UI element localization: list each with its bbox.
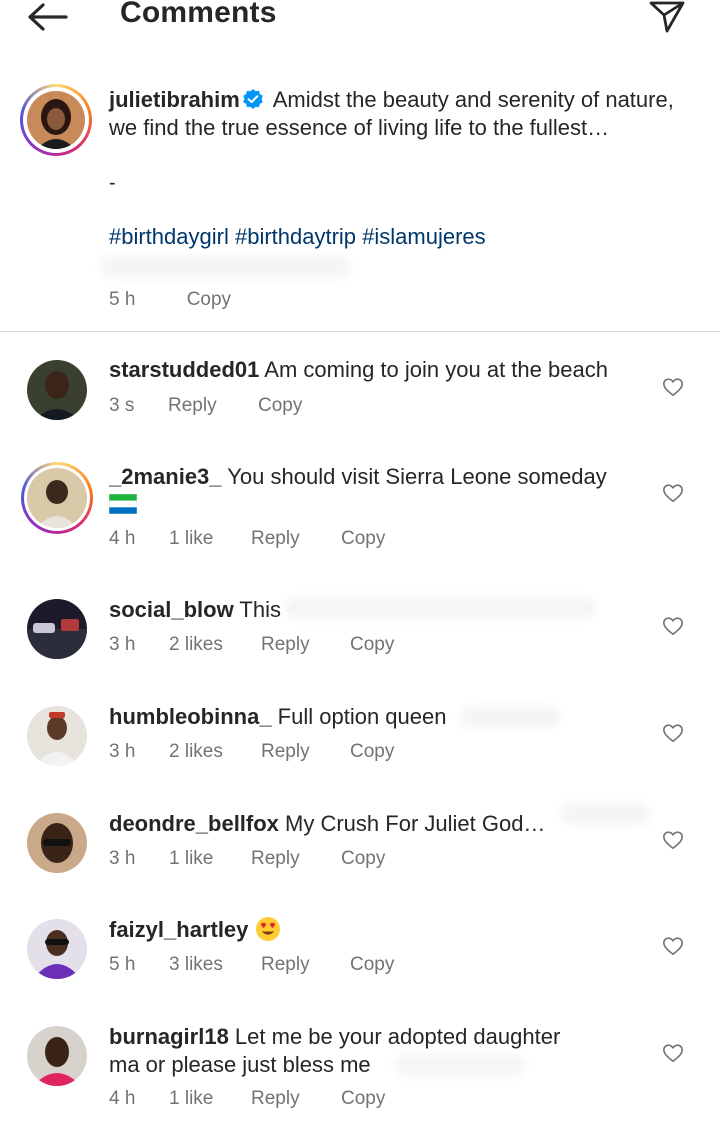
comment: humbleobinna_ Full option queen 3 h 2 lik… [0, 702, 720, 782]
like-count[interactable]: 1 like [169, 528, 251, 550]
comment-text: You should visit Sierra Leone someday [221, 464, 607, 489]
like-count[interactable]: 1 like [169, 848, 251, 870]
sierra-leone-flag-icon [109, 493, 137, 514]
redacted-area [395, 1054, 525, 1076]
redacted-area [100, 256, 350, 278]
back-arrow-icon[interactable] [26, 2, 68, 32]
comment: _2manie3_ You should visit Sierra Leone … [0, 462, 720, 562]
like-heart-icon[interactable] [662, 482, 684, 504]
comment-meta: 3 h 2 likes Reply Copy [109, 741, 394, 763]
hashtag-list: #birthdaygirl #birthdaytrip #islamujeres [109, 224, 486, 250]
reply-button[interactable]: Reply [251, 848, 341, 870]
reply-button[interactable]: Reply [251, 1088, 341, 1110]
timestamp: 5 h [109, 289, 136, 310]
caption-username[interactable]: julietibrahim [109, 87, 240, 112]
comment-meta: 3 h 1 like Reply Copy [109, 848, 385, 870]
comment-text: My Crush For Juliet God… [278, 811, 546, 836]
comment-text: Full option queen [271, 704, 447, 729]
timestamp: 5 h [109, 954, 136, 975]
hashtag-link[interactable]: #birthdaytrip [235, 224, 356, 249]
comment-text: Am coming to join you at the beach [259, 357, 608, 382]
comment-body: _2manie3_ You should visit Sierra Leone … [109, 463, 649, 518]
like-count[interactable]: 2 likes [169, 741, 261, 763]
like-heart-icon[interactable] [662, 1042, 684, 1064]
copy-button[interactable]: Copy [341, 528, 385, 550]
comment-meta: 3 s Reply Copy [109, 395, 302, 417]
copy-button[interactable]: Copy [350, 954, 394, 976]
reply-button[interactable]: Reply [261, 634, 350, 656]
comment-meta: 4 h 1 like Reply Copy [109, 528, 385, 550]
like-heart-icon[interactable] [662, 829, 684, 851]
reply-button[interactable]: Reply [168, 395, 258, 417]
like-count[interactable]: 1 like [169, 1088, 251, 1110]
avatar[interactable] [27, 360, 87, 420]
comment-username[interactable]: _2manie3_ [109, 464, 222, 489]
caption-separator: - [109, 172, 116, 194]
send-icon[interactable] [648, 0, 686, 34]
like-heart-icon[interactable] [662, 376, 684, 398]
comment-body: faizyl_hartley [109, 916, 649, 944]
comment-username[interactable]: humbleobinna_ [109, 704, 272, 729]
heart-eyes-emoji-icon [255, 917, 280, 941]
comment-username[interactable]: starstudded01 [109, 357, 259, 382]
avatar[interactable] [27, 468, 87, 528]
like-heart-icon[interactable] [662, 722, 684, 744]
caption-body: julietibrahim Amidst the beauty and sere… [109, 86, 699, 141]
timestamp: 4 h [109, 1088, 136, 1109]
copy-button[interactable]: Copy [258, 395, 302, 417]
copy-button[interactable]: Copy [187, 289, 231, 310]
verified-badge-icon [242, 89, 263, 109]
avatar[interactable] [27, 1026, 87, 1086]
copy-button[interactable]: Copy [350, 634, 394, 656]
timestamp: 3 h [109, 634, 136, 655]
timestamp: 4 h [109, 528, 136, 549]
comment-username[interactable]: social_blow [109, 597, 234, 622]
like-count[interactable]: 2 likes [169, 634, 261, 656]
top-bar: Comments [0, 0, 720, 36]
post-caption: julietibrahim Amidst the beauty and sere… [0, 84, 720, 332]
redacted-area [560, 803, 650, 825]
comment: burnagirl18 Let me be your adopted daugh… [0, 1022, 720, 1127]
avatar[interactable] [27, 91, 85, 149]
comment-body: starstudded01 Am coming to join you at t… [109, 356, 649, 384]
comment-meta: 5 h 3 likes Reply Copy [109, 954, 394, 976]
like-heart-icon[interactable] [662, 615, 684, 637]
avatar[interactable] [27, 813, 87, 873]
comment-username[interactable]: burnagirl18 [109, 1024, 229, 1049]
copy-button[interactable]: Copy [341, 1088, 385, 1110]
timestamp: 3 h [109, 741, 136, 762]
like-heart-icon[interactable] [662, 935, 684, 957]
comment-username[interactable]: faizyl_hartley [109, 917, 248, 942]
page-title: Comments [120, 0, 277, 29]
hashtag-link[interactable]: #birthdaygirl [109, 224, 229, 249]
comment-meta: 4 h 1 like Reply Copy [109, 1088, 385, 1110]
avatar[interactable] [27, 599, 87, 659]
timestamp: 3 s [109, 395, 135, 416]
comment-meta: 3 h 2 likes Reply Copy [109, 634, 394, 656]
comment: social_blow This 3 h 2 likes Reply Copy [0, 595, 720, 675]
redacted-area [285, 597, 595, 619]
reply-button[interactable]: Reply [261, 741, 350, 763]
comment-username[interactable]: deondre_bellfox [109, 811, 279, 836]
comment: faizyl_hartley 5 h 3 likes Reply Copy [0, 915, 720, 995]
comment-text: This [233, 597, 281, 622]
timestamp: 3 h [109, 848, 136, 869]
caption-meta: 5 h Copy [109, 289, 277, 311]
reply-button[interactable]: Reply [251, 528, 341, 550]
avatar[interactable] [27, 706, 87, 766]
comment: starstudded01 Am coming to join you at t… [0, 356, 720, 446]
copy-button[interactable]: Copy [350, 741, 394, 763]
reply-button[interactable]: Reply [261, 954, 350, 976]
comment: deondre_bellfox My Crush For Juliet God…… [0, 803, 720, 889]
avatar[interactable] [27, 919, 87, 979]
hashtag-link[interactable]: #islamujeres [362, 224, 486, 249]
copy-button[interactable]: Copy [341, 848, 385, 870]
redacted-area [460, 706, 560, 728]
like-count[interactable]: 3 likes [169, 954, 261, 976]
comment-body: humbleobinna_ Full option queen [109, 703, 649, 731]
